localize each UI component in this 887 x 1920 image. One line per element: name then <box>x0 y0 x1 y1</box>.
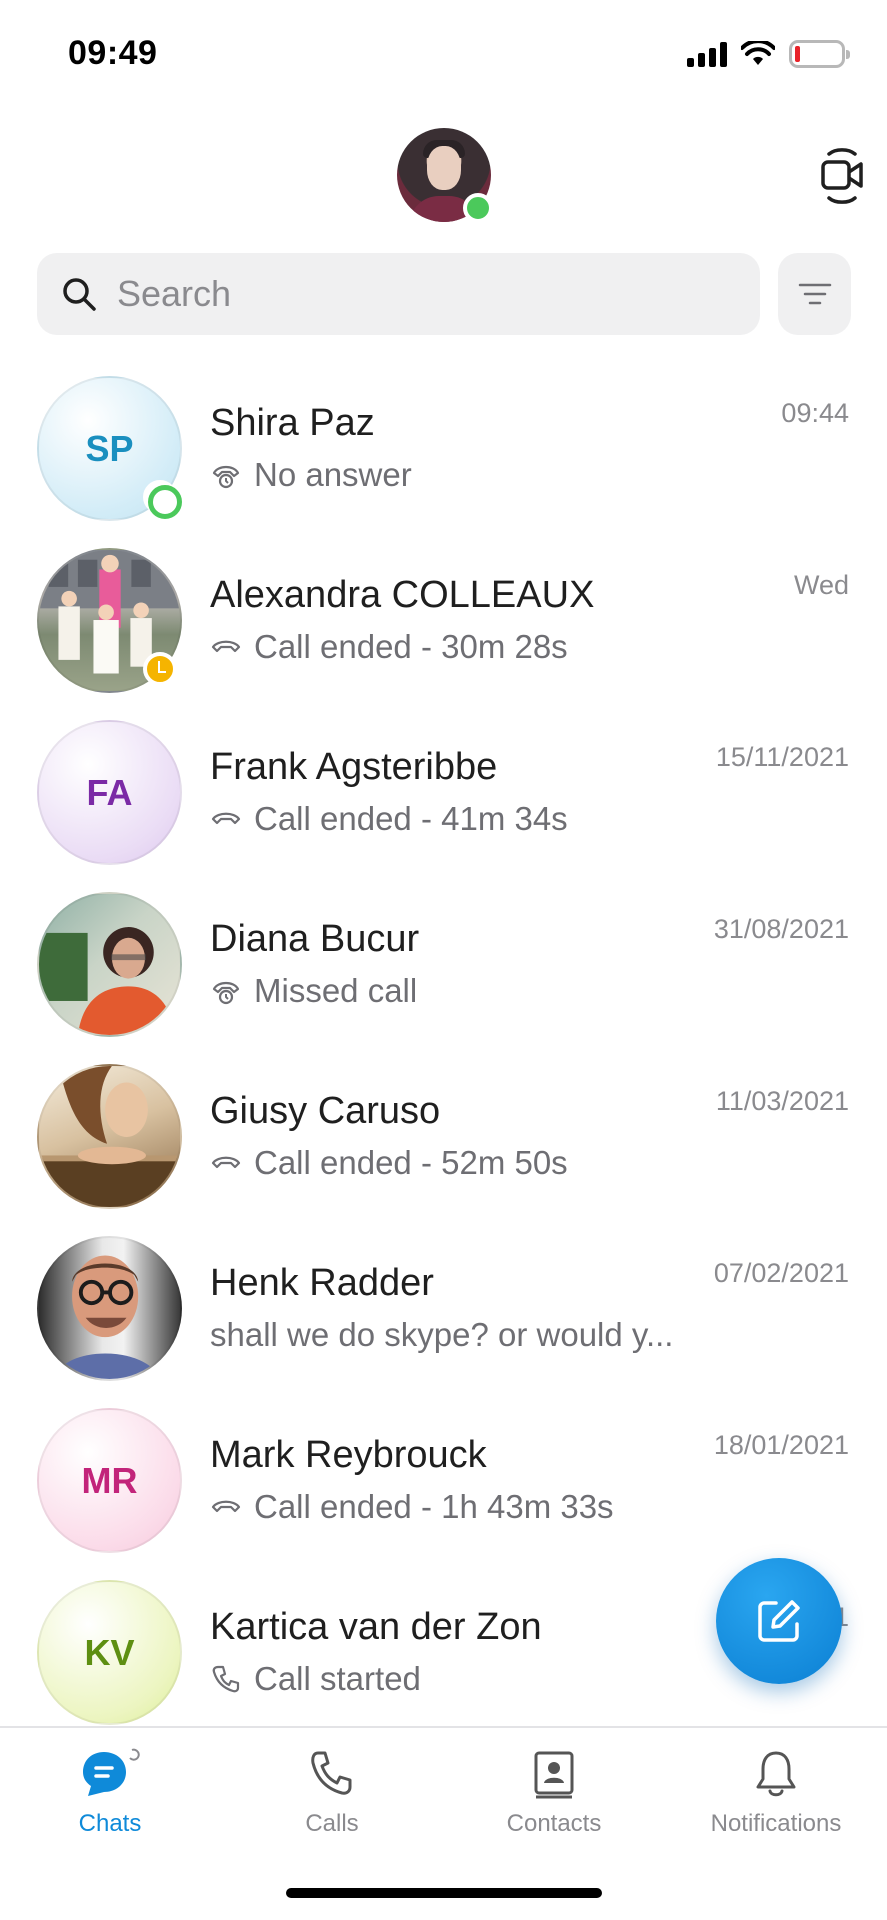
chat-row-giusy-caruso[interactable]: Giusy Caruso Call ended - 52m 50s 11/03/… <box>0 1050 887 1222</box>
avatar: MR <box>37 1408 182 1553</box>
last-activity: Call ended - 1h 43m 33s <box>210 1488 614 1526</box>
home-indicator[interactable] <box>286 1888 602 1898</box>
tab-label: Calls <box>305 1810 359 1837</box>
filter-icon <box>798 283 831 305</box>
last-activity: Call ended - 52m 50s <box>210 1144 568 1182</box>
away-status-icon <box>143 652 177 686</box>
missed-call-icon <box>212 981 240 1005</box>
status-bar: 09:49 <box>0 0 887 110</box>
last-activity: Call ended - 41m 34s <box>210 800 568 838</box>
last-activity: No answer <box>210 456 412 494</box>
search-placeholder: Search <box>117 273 232 314</box>
cellular-signal-icon <box>687 41 727 67</box>
call-ended-icon <box>211 1156 241 1169</box>
tab-chats[interactable]: Chats <box>10 1746 210 1838</box>
phone-icon <box>311 1751 352 1795</box>
call-ended-icon <box>211 1500 241 1513</box>
chat-row-mark-reybrouck[interactable]: MR Mark Reybrouck Call ended - 1h 43m 33… <box>0 1394 887 1566</box>
chat-date: 15/11/2021 <box>715 742 849 772</box>
status-icons <box>687 40 850 68</box>
tab-label: Notifications <box>710 1810 842 1837</box>
contact-name: Kartica van der Zon <box>210 1606 542 1648</box>
tab-calls[interactable]: Calls <box>232 1746 432 1838</box>
contacts-icon <box>534 1751 574 1799</box>
chat-date: 31/08/2021 <box>713 914 849 944</box>
contact-name: Henk Radder <box>210 1262 434 1304</box>
last-activity-text: Call started <box>254 1660 421 1697</box>
contact-name: Giusy Caruso <box>210 1090 441 1132</box>
avatar <box>37 892 182 1037</box>
last-activity: Call started <box>210 1660 421 1698</box>
new-chat-button[interactable] <box>716 1558 842 1684</box>
chat-row-diana-bucur[interactable]: Diana Bucur Missed call 31/08/2021 <box>0 878 887 1050</box>
last-activity-text: Call ended - 30m 28s <box>254 628 568 665</box>
last-message-text: shall we do skype? or would y... <box>210 1316 674 1353</box>
last-activity: Missed call <box>210 972 417 1010</box>
video-camera-icon <box>821 148 863 204</box>
last-activity-text: Call ended - 1h 43m 33s <box>254 1488 614 1525</box>
chat-bubble-icon <box>83 1748 140 1796</box>
compose-icon <box>758 1600 800 1642</box>
chat-row-shira-paz[interactable]: SP Shira Paz No answer 09:44 <box>0 362 887 534</box>
chat-date: Wed <box>793 570 849 600</box>
contact-name: Shira Paz <box>210 402 375 444</box>
chat-list[interactable]: SP Shira Paz No answer 09:44 Alexandra C… <box>0 362 887 1726</box>
call-ended-icon <box>211 640 241 653</box>
search-icon <box>63 278 96 311</box>
last-activity: shall we do skype? or would y... <box>210 1316 673 1354</box>
avatar: FA <box>37 720 182 865</box>
contact-name: Frank Agsteribbe <box>210 746 498 788</box>
chat-row-henk-radder[interactable]: Henk Radder shall we do skype? or would … <box>0 1222 887 1394</box>
call-ended-icon <box>211 812 241 825</box>
tab-notifications[interactable]: Notifications <box>676 1746 876 1838</box>
wifi-icon <box>741 41 775 65</box>
avatar <box>37 1236 182 1381</box>
last-activity-text: Missed call <box>254 972 418 1009</box>
last-activity-text: Call ended - 52m 50s <box>254 1144 568 1181</box>
chat-date: 18/01/2021 <box>713 1430 849 1460</box>
filter-button[interactable] <box>778 253 851 335</box>
avatar <box>37 1064 182 1209</box>
chat-date: 07/02/2021 <box>713 1258 849 1288</box>
status-time: 09:49 <box>68 34 158 72</box>
chat-date: 09:44 <box>781 398 849 428</box>
search-input[interactable]: Search <box>37 253 760 335</box>
tab-label: Contacts <box>506 1810 602 1837</box>
chat-row-frank-agsteribbe[interactable]: FA Frank Agsteribbe Call ended - 41m 34s… <box>0 706 887 878</box>
avatar: KV <box>37 1580 182 1725</box>
call-started-icon <box>212 1665 240 1693</box>
meet-now-button[interactable] <box>819 148 865 204</box>
my-status-indicator <box>463 193 493 223</box>
last-activity: Call ended - 30m 28s <box>210 628 568 666</box>
missed-call-icon <box>212 465 240 489</box>
tab-contacts[interactable]: Contacts <box>454 1746 654 1838</box>
online-status-icon <box>143 480 182 519</box>
last-activity-text: No answer <box>254 456 412 493</box>
contact-name: Diana Bucur <box>210 918 420 960</box>
tab-label: Chats <box>78 1810 142 1837</box>
battery-icon <box>789 40 850 68</box>
contact-name: Alexandra COLLEAUX <box>210 574 595 616</box>
last-activity-text: Call ended - 41m 34s <box>254 800 568 837</box>
bell-icon <box>756 1751 796 1797</box>
contact-name: Mark Reybrouck <box>210 1434 487 1476</box>
chat-date: 11/03/2021 <box>715 1086 849 1116</box>
chat-row-alexandra-colleaux[interactable]: Alexandra COLLEAUX Call ended - 30m 28s … <box>0 534 887 706</box>
